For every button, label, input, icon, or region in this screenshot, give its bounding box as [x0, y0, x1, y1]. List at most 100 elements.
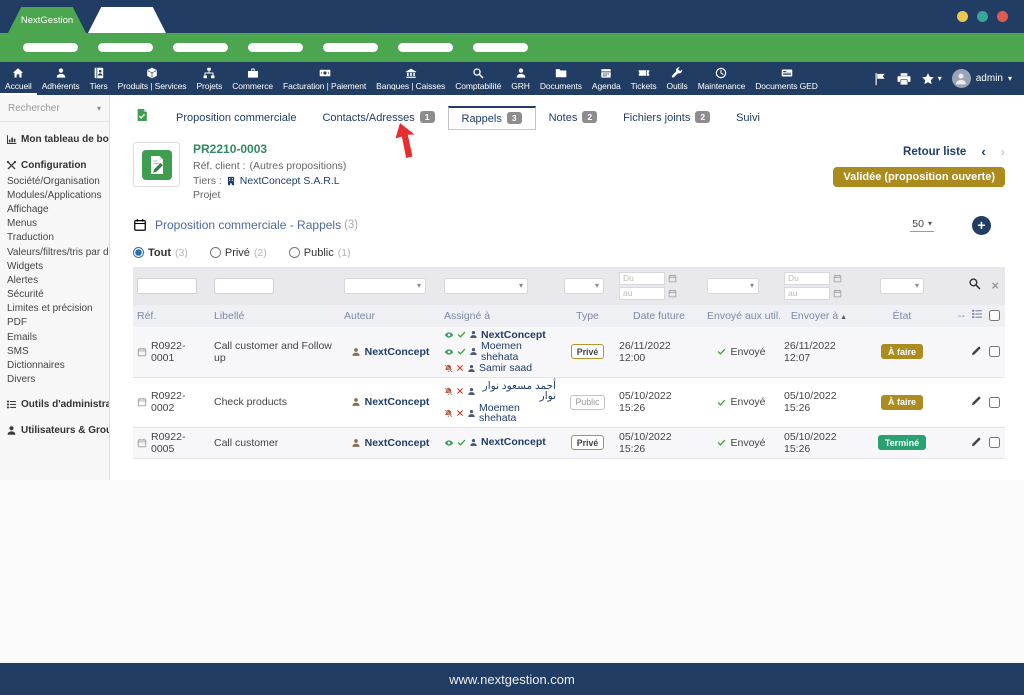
menu-item-documents-ged[interactable]: Documents GED	[750, 62, 822, 95]
scope-public[interactable]: Public(1)	[289, 247, 351, 259]
row-author[interactable]: NextConcept	[365, 437, 430, 449]
edit-button[interactable]	[971, 345, 982, 359]
tab-proposition-commerciale[interactable]: Proposition commerciale	[163, 107, 309, 129]
menu-item-grh[interactable]: GRH	[506, 62, 535, 95]
row-checkbox[interactable]	[989, 397, 1000, 408]
back-to-list-link[interactable]: Retour liste	[903, 146, 966, 158]
menu-item-maintenance[interactable]: Maintenance	[693, 62, 751, 95]
bookmarks-menu[interactable]: ▾	[921, 72, 942, 86]
menu-item-outils[interactable]: Outils	[662, 62, 693, 95]
filter-clear-button[interactable]: ×	[991, 279, 999, 292]
dot-yellow[interactable]	[957, 11, 968, 22]
assignee-name[interactable]: Moemen shehata	[481, 341, 556, 362]
filter-sent-select[interactable]: ▾	[707, 278, 759, 294]
menu-item-accueil[interactable]: Accueil	[0, 62, 37, 95]
sidebar-section-configuration[interactable]: Configuration	[0, 157, 109, 174]
column-date-future[interactable]: Date future	[615, 310, 703, 322]
sidebar-item-widgets[interactable]: Widgets	[0, 259, 109, 273]
tab-contacts-adresses[interactable]: Contacts/Adresses1	[309, 106, 447, 129]
sidebar-search[interactable]: Rechercher▾	[0, 95, 109, 122]
filter-state-select[interactable]: ▾	[880, 278, 924, 294]
filter-ref-input[interactable]	[137, 278, 197, 294]
add-reminder-button[interactable]: +	[972, 216, 991, 235]
column-type[interactable]: Type	[560, 310, 615, 322]
filter-search-button[interactable]	[968, 277, 981, 295]
sidebar-section-mon-tableau-de-bord[interactable]: Mon tableau de bord	[0, 131, 109, 148]
filter-send-at-from-input[interactable]	[784, 272, 830, 285]
tab-fichiers-joints[interactable]: Fichiers joints2	[610, 106, 723, 129]
assignee-name[interactable]: NextConcept	[481, 330, 546, 341]
menu-item-commerce[interactable]: Commerce	[227, 62, 278, 95]
filter-type-select[interactable]: ▾	[564, 278, 604, 294]
list-title[interactable]: Proposition commerciale - Rappels	[155, 218, 341, 232]
sidebar-item-emails[interactable]: Emails	[0, 330, 109, 344]
sidebar-item-limites-et-pr-cision[interactable]: Limites et précision	[0, 302, 109, 316]
sidebar-item-menus[interactable]: Menus	[0, 217, 109, 231]
tab-suivi[interactable]: Suivi	[723, 107, 773, 129]
filter-send-at-to-input[interactable]	[784, 287, 830, 300]
scope-radio[interactable]	[289, 247, 300, 258]
row-ref[interactable]: R0922-0005	[151, 431, 206, 455]
row-ref[interactable]: R0922-0002	[151, 390, 206, 414]
assignee-name[interactable]: NextConcept	[481, 437, 546, 448]
page-size-select[interactable]: 50▾	[910, 218, 934, 232]
filter-label-input[interactable]	[214, 278, 274, 294]
row-ref[interactable]: R0922-0001	[151, 340, 206, 364]
dot-red[interactable]	[997, 11, 1008, 22]
column-tat[interactable]: État	[858, 310, 946, 322]
select-all-checkbox[interactable]	[989, 310, 1000, 321]
filter-date-future-from-input[interactable]	[619, 272, 665, 285]
menu-item-documents[interactable]: Documents	[535, 62, 587, 95]
column-selector-button[interactable]	[971, 308, 983, 323]
sidebar-item-alertes[interactable]: Alertes	[0, 273, 109, 287]
tab-notes[interactable]: Notes2	[536, 106, 610, 129]
menu-item-facturation-paiement[interactable]: Facturation | Paiement	[278, 62, 371, 95]
chevron-left-icon[interactable]: ‹	[981, 145, 985, 158]
column-assign[interactable]: Assigné à	[440, 310, 560, 322]
document-ref[interactable]: PR2210-0003	[193, 142, 833, 156]
scope-radio[interactable]	[133, 247, 144, 258]
sidebar-section-utilisateurs-groupes[interactable]: Utilisateurs & Groupes	[0, 422, 109, 439]
assignee-name[interactable]: أحمد مسعود نوار نوار	[479, 381, 556, 402]
field-value[interactable]: NextConcept S.A.R.L	[240, 174, 340, 189]
tab-rappels[interactable]: Rappels3	[448, 106, 536, 130]
menu-item-tiers[interactable]: Tiers	[85, 62, 113, 95]
scope-tout[interactable]: Tout(3)	[133, 247, 188, 259]
sidebar-item-modules-applications[interactable]: Modules/Applications	[0, 188, 109, 202]
column-auteur[interactable]: Auteur	[340, 310, 440, 322]
sidebar-item-traduction[interactable]: Traduction	[0, 231, 109, 245]
scope-radio[interactable]	[210, 247, 221, 258]
row-author[interactable]: NextConcept	[365, 396, 430, 408]
assignee-name[interactable]: Moemen shehata	[479, 403, 556, 424]
column-r-f[interactable]: Réf.	[133, 310, 210, 322]
sidebar-item-valeurs-filtres-tris-par-d-f[interactable]: Valeurs/filtres/tris par déf...	[0, 245, 109, 259]
scope-priv[interactable]: Privé(2)	[210, 247, 267, 259]
dot-teal[interactable]	[977, 11, 988, 22]
sidebar-item-divers[interactable]: Divers	[0, 373, 109, 387]
row-checkbox[interactable]	[989, 437, 1000, 448]
sidebar-item-affichage[interactable]: Affichage	[0, 202, 109, 216]
sidebar-item-soci-t-organisation[interactable]: Société/Organisation	[0, 174, 109, 188]
filter-author-select[interactable]: ▾	[344, 278, 426, 294]
edit-button[interactable]	[971, 395, 982, 409]
menu-item-banques-caisses[interactable]: Banques | Caisses	[371, 62, 450, 95]
sidebar-item-sms[interactable]: SMS	[0, 344, 109, 358]
menu-item-agenda[interactable]: Agenda	[587, 62, 626, 95]
sidebar-item-dictionnaires[interactable]: Dictionnaires	[0, 358, 109, 372]
filter-date-future-to-input[interactable]	[619, 287, 665, 300]
user-menu[interactable]: admin▾	[952, 69, 1012, 88]
edit-button[interactable]	[971, 436, 982, 450]
brand-logo[interactable]: NextGestion	[8, 7, 86, 33]
sidebar-section-outils-d-administration[interactable]: Outils d'administration	[0, 396, 109, 413]
menu-item-tickets[interactable]: Tickets	[626, 62, 662, 95]
sidebar-item-pdf[interactable]: PDF	[0, 316, 109, 330]
column-envoyer[interactable]: Envoyer à▲	[780, 310, 858, 322]
menu-item-projets[interactable]: Projets	[191, 62, 227, 95]
sidebar-item-s-curit[interactable]: Sécurité	[0, 288, 109, 302]
row-author[interactable]: NextConcept	[365, 346, 430, 358]
row-checkbox[interactable]	[989, 346, 1000, 357]
assignee-name[interactable]: Samir saad	[479, 363, 532, 374]
menu-item-produits-services[interactable]: Produits | Services	[113, 62, 192, 95]
column-envoy-aux-util[interactable]: Envoyé aux util...	[703, 310, 780, 322]
menu-item-adh-rents[interactable]: Adhérents	[37, 62, 85, 95]
